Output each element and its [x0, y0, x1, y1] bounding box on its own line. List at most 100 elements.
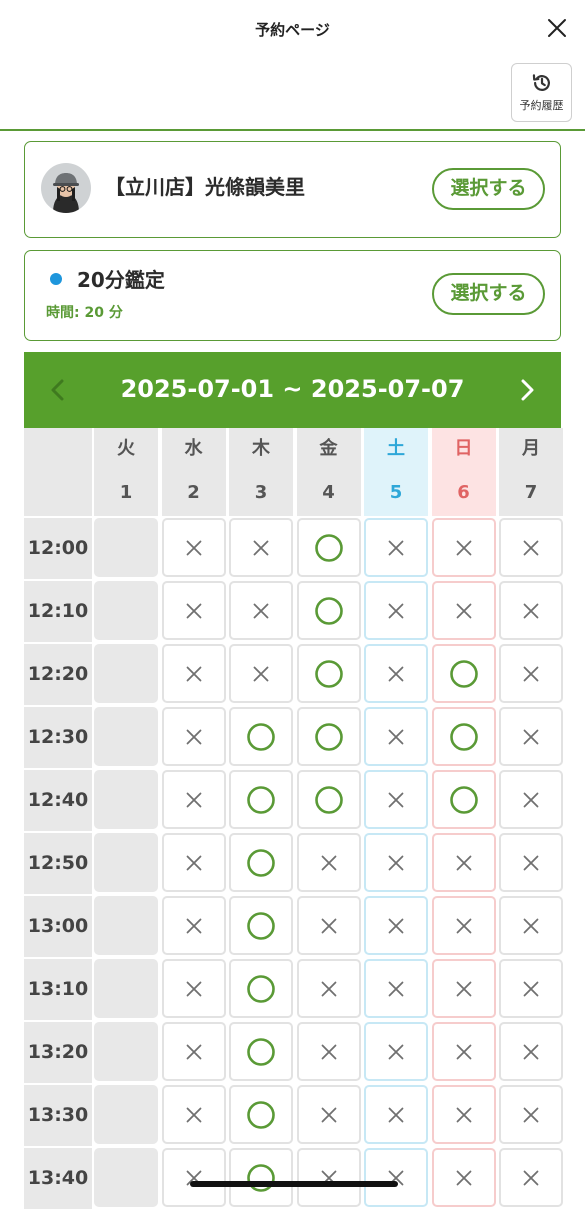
time-label: 12:10 — [24, 581, 92, 642]
unavailable-slot-cell — [161, 833, 226, 892]
date-label: 3 — [229, 472, 293, 516]
unavailable-slot-cell — [499, 1022, 563, 1081]
select-menu-button[interactable]: 選択する — [432, 273, 545, 315]
unavailable-slot-cell — [229, 581, 293, 640]
unavailable-slot-cell — [431, 1085, 496, 1144]
available-slot-cell[interactable] — [431, 644, 496, 703]
unavailable-cross-icon — [501, 646, 561, 701]
available-slot-cell[interactable] — [229, 770, 293, 829]
close-button[interactable] — [543, 14, 571, 42]
unavailable-slot-cell — [499, 896, 563, 955]
date-label: 5 — [364, 472, 428, 516]
staff-name: 【立川店】光條韻美里 — [105, 175, 305, 199]
unavailable-cross-icon — [434, 1150, 494, 1205]
unavailable-cross-icon — [299, 835, 359, 890]
unavailable-slot-cell — [296, 833, 361, 892]
available-slot-cell[interactable] — [229, 707, 293, 766]
closed-slot-cell — [94, 1148, 158, 1207]
unavailable-cross-icon — [164, 961, 224, 1016]
header-divider — [0, 129, 585, 131]
close-icon — [548, 19, 566, 37]
unavailable-cross-icon — [299, 898, 359, 953]
available-slot-cell[interactable] — [296, 581, 361, 640]
unavailable-cross-icon — [501, 772, 561, 827]
unavailable-cross-icon — [164, 709, 224, 764]
unavailable-cross-icon — [366, 520, 426, 575]
unavailable-slot-cell — [229, 518, 293, 577]
available-slot-cell[interactable] — [229, 896, 293, 955]
home-indicator — [190, 1181, 398, 1187]
unavailable-cross-icon — [164, 583, 224, 638]
weekday-label: 水 — [161, 428, 226, 472]
available-slot-cell[interactable] — [229, 1022, 293, 1081]
unavailable-cross-icon — [434, 583, 494, 638]
menu-duration: 時間: 20 分 — [46, 305, 123, 321]
unavailable-slot-cell — [364, 1148, 428, 1207]
available-slot-cell[interactable] — [229, 1085, 293, 1144]
time-label: 13:10 — [24, 959, 92, 1020]
time-label: 12:30 — [24, 707, 92, 768]
unavailable-slot-cell — [161, 707, 226, 766]
available-slot-cell[interactable] — [296, 707, 361, 766]
time-slot-row: 13:00 — [24, 896, 563, 959]
time-label: 12:20 — [24, 644, 92, 705]
time-slot-row: 13:30 — [24, 1085, 563, 1148]
header-corner-cell — [24, 472, 92, 516]
unavailable-slot-cell — [499, 1085, 563, 1144]
unavailable-cross-icon — [501, 1150, 561, 1205]
unavailable-slot-cell — [364, 1085, 428, 1144]
unavailable-cross-icon — [501, 709, 561, 764]
available-slot-cell[interactable] — [229, 959, 293, 1018]
time-label: 13:30 — [24, 1085, 92, 1146]
unavailable-cross-icon — [164, 772, 224, 827]
unavailable-cross-icon — [299, 961, 359, 1016]
unavailable-slot-cell — [296, 1085, 361, 1144]
unavailable-slot-cell — [431, 896, 496, 955]
available-slot-cell[interactable] — [296, 518, 361, 577]
chevron-right-icon — [521, 379, 534, 401]
history-label: 予約履歴 — [519, 99, 564, 112]
unavailable-slot-cell — [431, 581, 496, 640]
unavailable-cross-icon — [434, 1087, 494, 1142]
next-week-button[interactable] — [509, 372, 545, 408]
select-staff-button[interactable]: 選択する — [432, 168, 545, 210]
available-circle-icon — [231, 1150, 291, 1205]
unavailable-cross-icon — [164, 1024, 224, 1079]
time-label: 13:20 — [24, 1022, 92, 1083]
unavailable-slot-cell — [499, 1148, 563, 1207]
unavailable-slot-cell — [499, 959, 563, 1018]
closed-slot-cell — [94, 770, 158, 829]
unavailable-cross-icon — [164, 1150, 224, 1205]
unavailable-slot-cell — [296, 1148, 361, 1207]
available-slot-cell[interactable] — [431, 770, 496, 829]
unavailable-slot-cell — [161, 581, 226, 640]
available-slot-cell[interactable] — [296, 770, 361, 829]
reservation-history-button[interactable]: 予約履歴 — [511, 63, 572, 122]
date-label: 6 — [431, 472, 496, 516]
available-circle-icon — [231, 961, 291, 1016]
unavailable-slot-cell — [161, 518, 226, 577]
available-slot-cell[interactable] — [296, 644, 361, 703]
unavailable-slot-cell — [364, 770, 428, 829]
date-header-row: 1234567 — [24, 472, 563, 516]
unavailable-cross-icon — [501, 835, 561, 890]
available-slot-cell[interactable] — [229, 833, 293, 892]
available-slot-cell[interactable] — [229, 1148, 293, 1207]
available-circle-icon — [299, 646, 359, 701]
time-slot-row: 13:20 — [24, 1022, 563, 1085]
time-label: 12:40 — [24, 770, 92, 831]
unavailable-slot-cell — [161, 644, 226, 703]
unavailable-cross-icon — [501, 520, 561, 575]
available-circle-icon — [231, 709, 291, 764]
available-slot-cell[interactable] — [431, 707, 496, 766]
header-corner-cell — [24, 428, 92, 472]
unavailable-cross-icon — [434, 1024, 494, 1079]
unavailable-slot-cell — [431, 959, 496, 1018]
staff-card: 【立川店】光條韻美里 選択する — [24, 141, 561, 238]
available-circle-icon — [231, 1087, 291, 1142]
weekday-label: 金 — [296, 428, 361, 472]
avatar — [41, 163, 91, 213]
unavailable-cross-icon — [501, 1024, 561, 1079]
available-circle-icon — [299, 709, 359, 764]
closed-slot-cell — [94, 833, 158, 892]
